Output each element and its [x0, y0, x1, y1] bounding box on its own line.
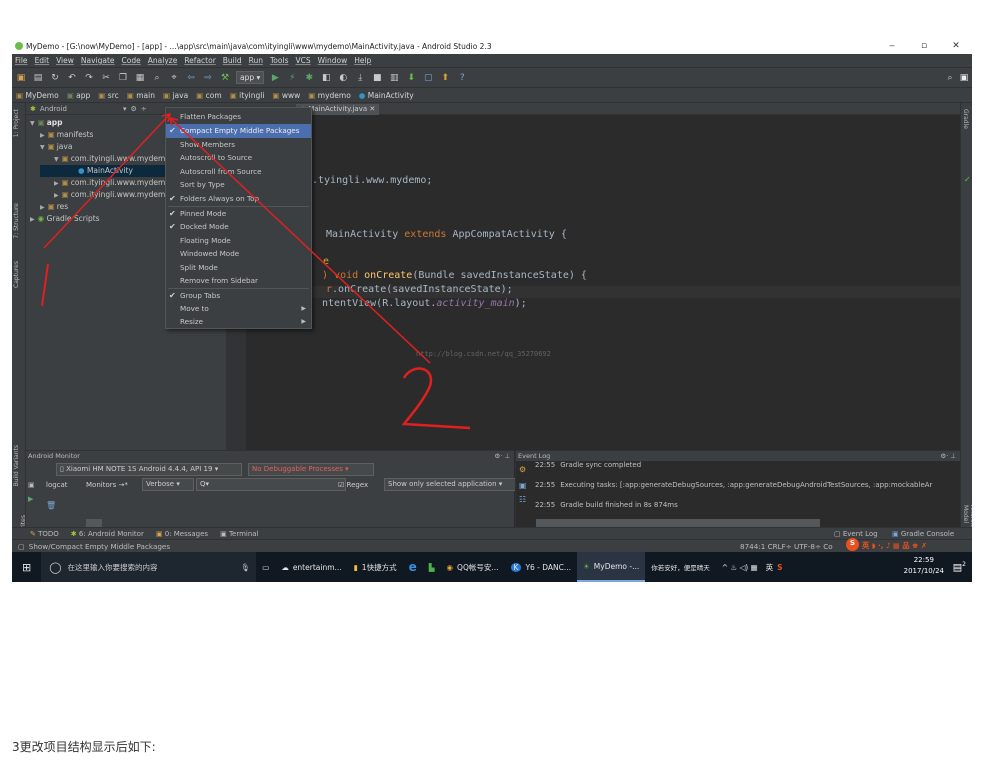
- number-2-stroke: [401, 367, 471, 430]
- annotation-overlay: [41, 112, 471, 430]
- arrow-1-line: [43, 113, 171, 249]
- number-1-stroke: [41, 263, 49, 307]
- caption-text: 3更改项目结构显示后如下:: [12, 740, 156, 754]
- arrow-2-line: [169, 117, 431, 364]
- screenshot: MyDemo - [G:\now\MyDemo] - [app] - ...\a…: [12, 38, 972, 582]
